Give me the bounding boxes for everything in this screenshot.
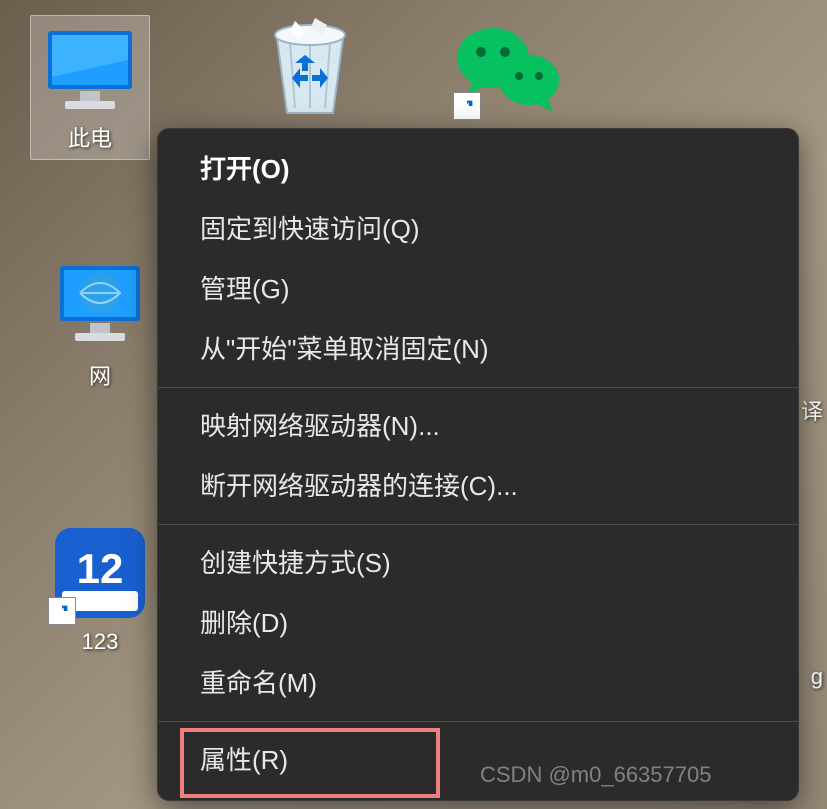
shortcut-arrow-icon (48, 597, 76, 625)
menu-item-disconnect-network-drive[interactable]: 断开网络驱动器的连接(C)... (158, 456, 798, 516)
desktop-icon-this-pc[interactable]: 此电 (30, 15, 150, 160)
svg-text:12: 12 (77, 545, 124, 592)
menu-item-manage[interactable]: 管理(G) (158, 259, 798, 319)
network-label: 网 (40, 359, 160, 391)
app123-icon: 12 (48, 520, 153, 625)
app123-label: 123 (40, 629, 160, 655)
menu-item-pin-quick-access[interactable]: 固定到快速访问(Q) (158, 199, 798, 259)
this-pc-icon (38, 22, 143, 117)
this-pc-label: 此电 (37, 121, 143, 153)
menu-item-unpin-start[interactable]: 从"开始"菜单取消固定(N) (158, 319, 798, 379)
edge-label-2: g (811, 664, 823, 690)
desktop-icon-network[interactable]: 网 (40, 255, 160, 391)
menu-item-create-shortcut[interactable]: 创建快捷方式(S) (158, 533, 798, 593)
desktop-icon-recycle-bin[interactable] (250, 10, 370, 125)
watermark-text: CSDN @m0_66357705 (480, 762, 711, 788)
desktop[interactable]: 此电 (0, 0, 827, 809)
desktop-icon-app123[interactable]: 12 123 (40, 520, 160, 655)
menu-item-delete[interactable]: 删除(D) (158, 593, 798, 653)
edge-label-1: 译 (801, 394, 823, 426)
menu-separator (158, 721, 798, 722)
menu-separator (158, 387, 798, 388)
network-icon (48, 255, 153, 355)
context-menu: 打开(O) 固定到快速访问(Q) 管理(G) 从"开始"菜单取消固定(N) 映射… (157, 128, 799, 801)
menu-item-map-network-drive[interactable]: 映射网络驱动器(N)... (158, 396, 798, 456)
menu-item-open[interactable]: 打开(O) (158, 139, 798, 199)
menu-item-rename[interactable]: 重命名(M) (158, 653, 798, 713)
recycle-bin-icon (253, 10, 368, 125)
desktop-icon-wechat[interactable] (450, 15, 570, 120)
wechat-icon (453, 15, 568, 120)
menu-separator (158, 524, 798, 525)
shortcut-arrow-icon (453, 92, 481, 120)
